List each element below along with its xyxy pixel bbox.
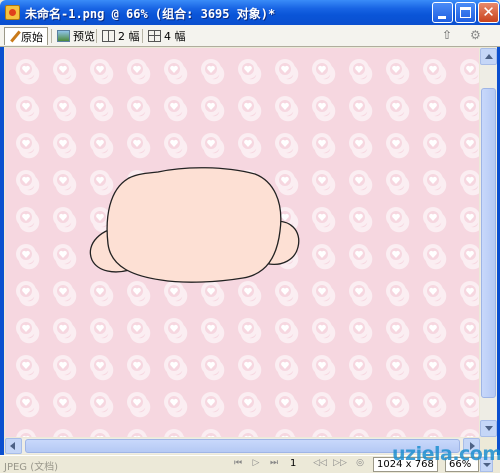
pencil-icon <box>9 31 18 43</box>
vertical-scroll-thumb[interactable] <box>481 88 496 398</box>
scroll-down-button[interactable] <box>480 420 497 437</box>
file-format-label: JPEG (文档) <box>4 462 59 473</box>
loop-icon[interactable]: ◎ <box>354 458 366 468</box>
first-frame-icon[interactable]: ⏮ <box>232 458 244 468</box>
view-tab-bar: 原始 预览 2 幅 4 幅 ⇧ ⚙ <box>0 25 500 47</box>
frame-number: 1 <box>290 458 297 469</box>
tab-preview[interactable]: 预览 <box>53 27 99 45</box>
close-icon: ✕ <box>482 3 495 21</box>
maximize-icon <box>460 7 471 18</box>
tab-original-label: 原始 <box>21 30 43 44</box>
tab-2-up[interactable]: 2 幅 <box>98 27 144 45</box>
document-canvas[interactable] <box>5 48 479 437</box>
head-shape <box>106 167 282 283</box>
tab-original[interactable]: 原始 <box>4 27 48 45</box>
settings-icon[interactable]: ⚙ <box>470 28 492 44</box>
app-icon[interactable] <box>5 5 20 20</box>
tab-preview-label: 预览 <box>73 30 95 43</box>
scroll-up-button[interactable] <box>480 48 497 65</box>
window-border-left <box>0 25 4 473</box>
scroll-left-button[interactable] <box>5 438 22 454</box>
next-frame-icon[interactable]: ▷▷ <box>332 458 348 468</box>
tab-2-up-label: 2 幅 <box>118 30 140 43</box>
minimize-icon <box>438 16 446 19</box>
tab-4-up-label: 4 幅 <box>164 30 186 43</box>
previous-frame-icon[interactable]: ◁◁ <box>312 458 328 468</box>
tab-4-up[interactable]: 4 幅 <box>144 27 190 45</box>
minimize-button[interactable] <box>432 2 453 23</box>
four-up-icon <box>148 30 161 42</box>
window-title: 未命名-1.png @ 66% (组合: 3695 对象)* <box>25 7 276 21</box>
title-bar[interactable]: 未命名-1.png @ 66% (组合: 3695 对象)* ✕ <box>0 0 500 25</box>
play-icon[interactable]: ▷ <box>250 458 262 468</box>
tab-separator <box>96 29 97 43</box>
export-icon[interactable]: ⇧ <box>442 28 464 44</box>
two-up-icon <box>102 30 115 42</box>
close-button[interactable]: ✕ <box>478 2 499 23</box>
tab-separator <box>142 29 143 43</box>
vertical-scrollbar[interactable] <box>480 48 497 437</box>
site-watermark: uziela.com <box>392 443 500 465</box>
maximize-button[interactable] <box>455 2 476 23</box>
preview-icon <box>57 30 70 42</box>
last-frame-icon[interactable]: ⏭ <box>268 458 280 468</box>
artwork <box>5 48 479 437</box>
tab-separator <box>51 29 52 43</box>
